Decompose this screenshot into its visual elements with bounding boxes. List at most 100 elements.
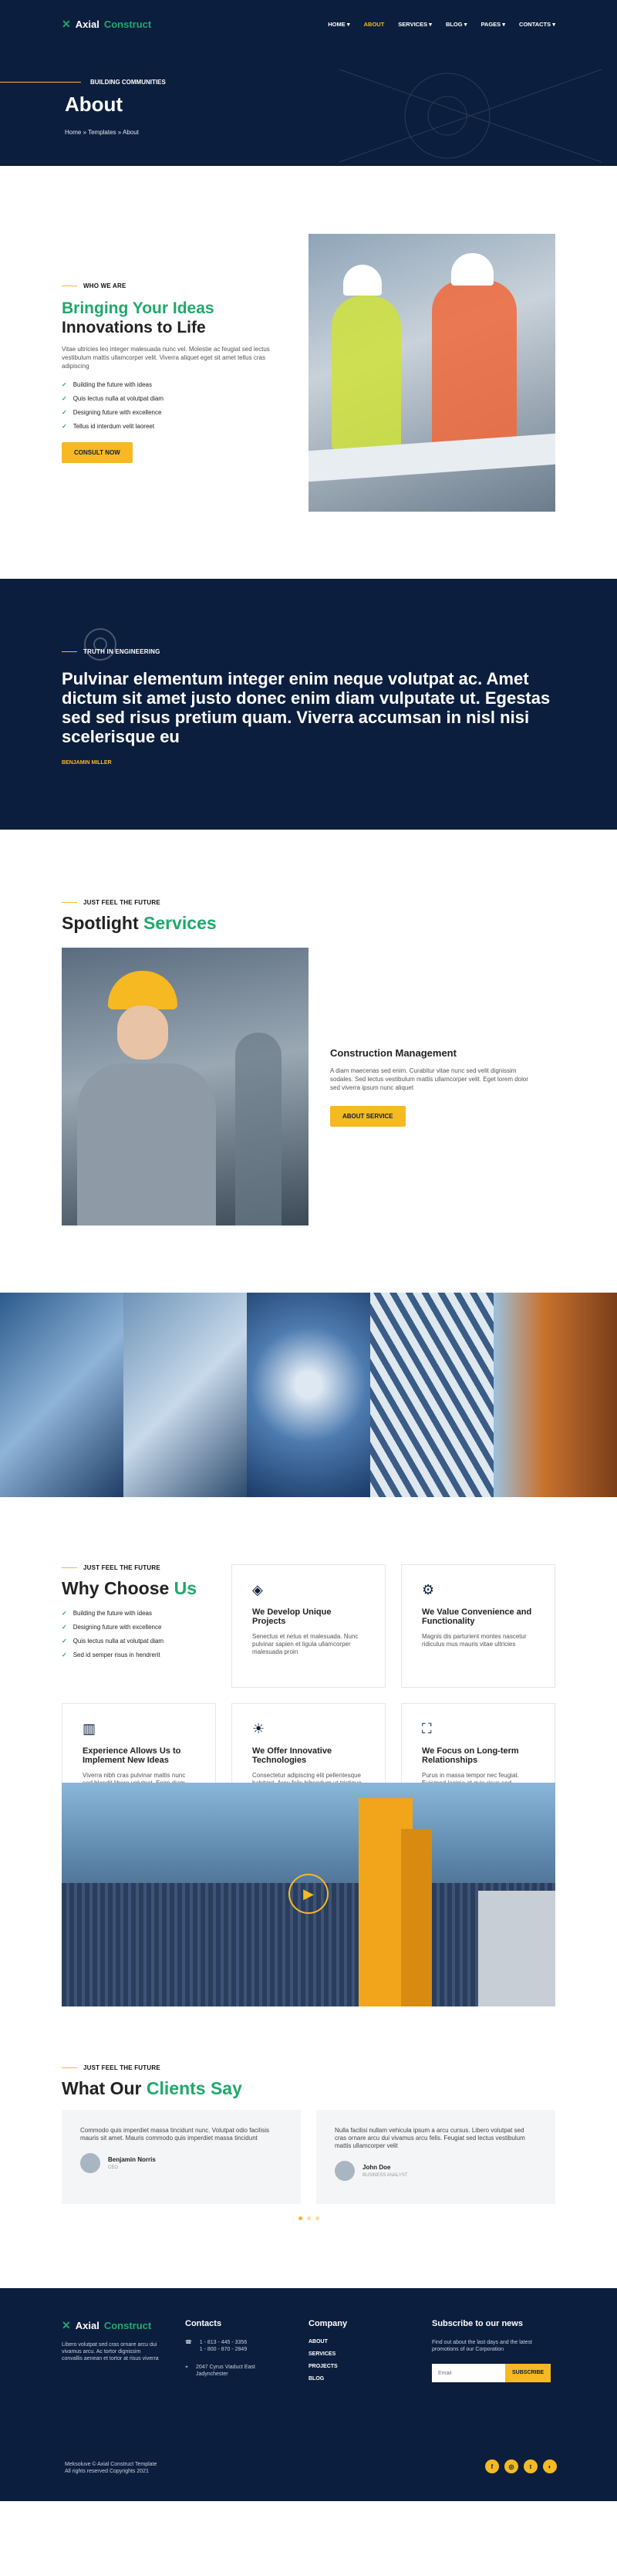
- phone-2[interactable]: 1 - 800 - 870 - 2849: [200, 2346, 248, 2353]
- carousel-dots: [62, 2216, 555, 2220]
- testimonial-text: Commodo quis imperdiet massa tincidunt n…: [80, 2127, 270, 2142]
- service-body: A diam maecenas sed enim. Curabitur vita…: [330, 1067, 528, 1091]
- engineers-photo: [308, 233, 555, 512]
- service-title: Construction Management: [330, 1046, 457, 1059]
- client-role: CEO: [108, 2165, 119, 2170]
- about-kicker: WHO WE ARE: [62, 282, 287, 289]
- why-title: Why Choose Us: [62, 1578, 197, 1598]
- about-checklist: ✓ Building the future with ideas ✓ Quis le…: [62, 381, 287, 430]
- hero-kicker: BUILDING COMMUNITIES: [0, 79, 166, 86]
- avatar: [335, 2161, 355, 2181]
- about-body: Vitae ultricies leo integer malesuada nu…: [62, 345, 270, 370]
- feature-title: We Develop Unique Projects: [252, 1607, 332, 1626]
- testimonial-text: Nulla facilisi nullam vehicula ipsum a a…: [335, 2127, 525, 2149]
- check-icon: ✓: [62, 394, 67, 402]
- subscribe-text: Find out about the last days and the lat…: [432, 2340, 532, 2352]
- email-input[interactable]: [432, 2364, 505, 2382]
- subscribe-button[interactable]: SUBSCRIBE: [505, 2364, 551, 2382]
- feature-title: We Focus on Long-term Relationships: [422, 1746, 519, 1765]
- social-links: f ◎ t ◐: [485, 2459, 557, 2473]
- feature-title: We Offer Innovative Technologies: [252, 1746, 332, 1765]
- footer-about: Libero volutpat sed cras ornare arcu dui…: [62, 2342, 159, 2361]
- list-item: ✓ Quis lectus nulla at volutpat diam: [62, 1638, 164, 1645]
- logo-text-a: Axial: [75, 18, 99, 30]
- consult-now-button[interactable]: CONSULT NOW: [62, 441, 133, 463]
- bulb-icon: ☀: [252, 1721, 265, 1736]
- copyright: Meksoluve © Axial Construct Template All…: [65, 2461, 157, 2475]
- check-icon: ✓: [62, 408, 67, 416]
- nav-pages[interactable]: PAGES ▾: [480, 21, 505, 28]
- gallery-image: [370, 1293, 494, 1497]
- video-banner: ▶: [62, 1783, 555, 2006]
- feature-card: ⚙ We Value Convenience and Functionality…: [401, 1564, 555, 1688]
- testimonial-card: Commodo quis imperdiet massa tincidunt n…: [62, 2110, 301, 2204]
- logo-text-a: Axial: [75, 2320, 99, 2331]
- logo-text-b: Construct: [103, 18, 152, 30]
- feature-body: Magnis dis parturient montes nascetur ri…: [422, 1633, 527, 1648]
- page-hero: ✕ Axial Construct HOME ▾ ABOUT SERVICES …: [0, 0, 617, 166]
- footer-link-about[interactable]: ABOUT: [308, 2339, 432, 2344]
- nav-services[interactable]: SERVICES ▾: [398, 21, 432, 28]
- footer-logo[interactable]: ✕ Axial Construct: [62, 2319, 185, 2332]
- logo-mark-icon: ✕: [62, 2319, 71, 2331]
- check-icon: ✓: [62, 1610, 67, 1617]
- footer-link-projects[interactable]: PROJECTS: [308, 2364, 432, 2369]
- breadcrumb[interactable]: Home » Templates » About: [65, 129, 139, 136]
- feature-card: ◈ We Develop Unique Projects Senectus et…: [231, 1564, 386, 1688]
- logo-text-b: Construct: [103, 2320, 152, 2331]
- services-title: Spotlight Services: [62, 913, 217, 933]
- testimonials-kicker: JUST FEEL THE FUTURE: [62, 2064, 555, 2071]
- check-icon: ✓: [62, 422, 67, 430]
- feature-title: We Value Convenience and Functionality: [422, 1607, 532, 1626]
- carousel-dot[interactable]: [306, 2216, 311, 2220]
- client-name: Benjamin Norris: [108, 2156, 156, 2163]
- manager-photo: [62, 948, 308, 1225]
- why-kicker: JUST FEEL THE FUTURE: [62, 1564, 216, 1571]
- feature-body: Senectus et netus et malesuada. Nunc pul…: [252, 1633, 359, 1655]
- play-video-button[interactable]: ▶: [288, 1874, 329, 1914]
- play-icon: ▶: [303, 1885, 314, 1902]
- check-icon: ✓: [62, 380, 67, 388]
- location-pin-icon: ⌖: [185, 2365, 188, 2370]
- feature-title: Experience Allows Us to Implement New Id…: [83, 1746, 181, 1765]
- footer-link-services[interactable]: SERVICES: [308, 2351, 432, 2357]
- copyright-line: Meksoluve © Axial Construct Template: [65, 2462, 157, 2467]
- about-section: WHO WE ARE Bringing Your Ideas Innovatio…: [0, 166, 617, 579]
- pinterest-icon[interactable]: ◐: [543, 2459, 557, 2473]
- carousel-dot[interactable]: [298, 2216, 302, 2220]
- phone-1[interactable]: 1 - 813 - 445 - 3356: [200, 2339, 248, 2346]
- image-gallery: [0, 1293, 617, 1497]
- check-icon: ✓: [62, 1624, 67, 1631]
- check-icon: ✓: [62, 1638, 67, 1645]
- quote-section: TRUTH IN ENGINEERING Pulvinar elementum …: [0, 579, 617, 830]
- instagram-icon[interactable]: ◎: [504, 2459, 518, 2473]
- list-item: ✓ Tellus id interdum velit laoreet: [62, 422, 155, 430]
- gallery-image: [0, 1293, 123, 1497]
- footer: ✕ Axial Construct Libero volutpat sed cr…: [0, 2288, 617, 2501]
- nav-home[interactable]: HOME ▾: [328, 21, 349, 28]
- nav-blog[interactable]: BLOG ▾: [446, 21, 467, 28]
- handshake-icon: ⛶: [422, 1721, 432, 1736]
- gallery-image: [123, 1293, 247, 1497]
- list-item: ✓ Designing future with excellence: [62, 1624, 162, 1631]
- check-icon: ✓: [62, 1651, 67, 1658]
- carousel-dot[interactable]: [315, 2216, 319, 2220]
- facebook-icon[interactable]: f: [485, 2459, 499, 2473]
- about-service-button[interactable]: ABOUT SERVICE: [330, 1105, 406, 1127]
- twitter-icon[interactable]: t: [524, 2459, 538, 2473]
- nav-contacts[interactable]: CONTACTS ▾: [519, 21, 555, 28]
- footer-link-blog[interactable]: BLOG: [308, 2376, 432, 2382]
- quote-kicker: TRUTH IN ENGINEERING: [62, 648, 555, 655]
- list-item: ✓ Building the future with ideas: [62, 1610, 152, 1617]
- nav-about[interactable]: ABOUT: [364, 21, 385, 28]
- main-nav: HOME ▾ ABOUT SERVICES ▾ BLOG ▾ PAGES ▾ C…: [328, 21, 555, 28]
- top-bar: ✕ Axial Construct HOME ▾ ABOUT SERVICES …: [0, 0, 617, 48]
- subscribe-heading: Subscribe to our news: [432, 2319, 523, 2328]
- quote-author: BENJAMIN MILLER: [62, 760, 112, 766]
- gallery-image: [247, 1293, 370, 1497]
- why-checklist: ✓ Building the future with ideas ✓ Designi…: [62, 1610, 216, 1658]
- layers-icon: ◈: [252, 1582, 263, 1597]
- page-title: About: [65, 93, 123, 116]
- gear-decoration-icon: [84, 628, 116, 661]
- logo[interactable]: ✕ Axial Construct: [62, 18, 151, 31]
